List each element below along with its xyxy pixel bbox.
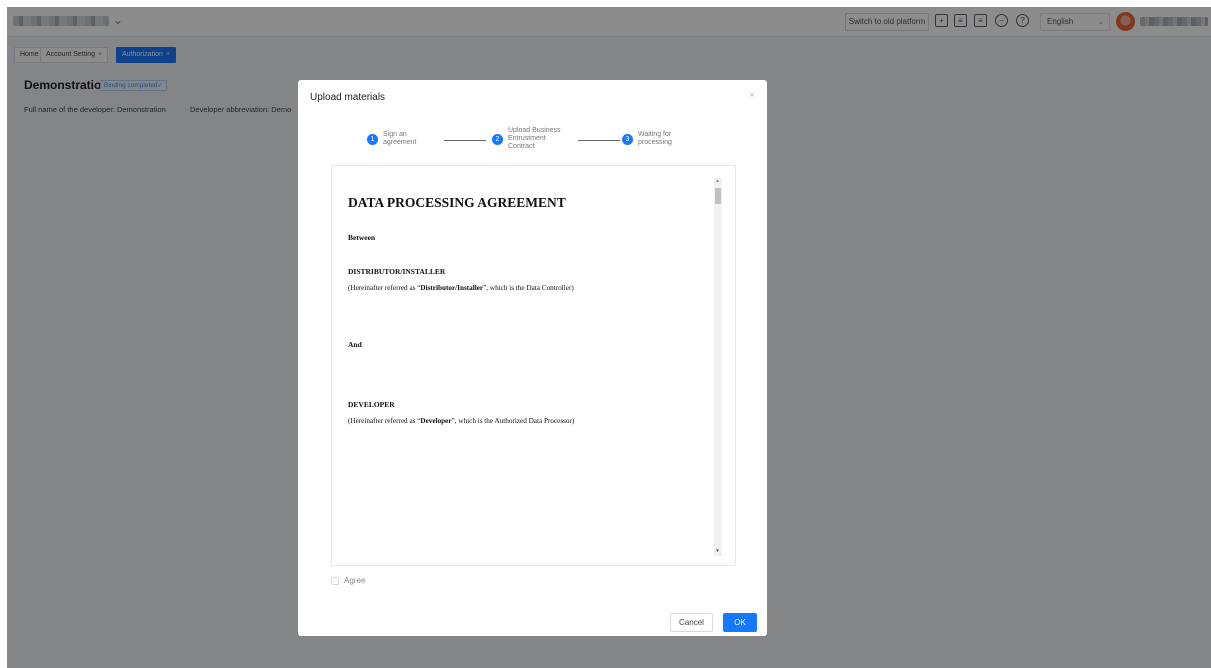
- agree-checkbox[interactable]: [331, 577, 339, 585]
- document-scrollbar[interactable]: ▲ ▼: [714, 178, 722, 556]
- scroll-down-arrow-icon[interactable]: ▼: [715, 549, 720, 554]
- party1-description: (Hereinafter referred as “Distributor/In…: [348, 284, 574, 292]
- document-and: And: [348, 340, 362, 349]
- party2-name: DEVELOPER: [348, 400, 395, 409]
- close-icon[interactable]: ×: [749, 90, 755, 101]
- step-number: 1: [367, 134, 378, 145]
- scroll-up-arrow-icon[interactable]: ▲: [715, 179, 720, 184]
- step-label: Waiting for processing: [638, 131, 672, 146]
- document-between: Between: [348, 233, 376, 242]
- step-number: 3: [622, 134, 633, 145]
- agreement-document-viewer[interactable]: DATA PROCESSING AGREEMENT Between DISTRI…: [331, 165, 736, 566]
- party1-name: DISTRIBUTOR/INSTALLER: [348, 267, 446, 276]
- step-connector: [578, 140, 620, 141]
- step-label: Upload Business Entrustment Contract: [508, 127, 561, 150]
- step-connector: [444, 140, 486, 141]
- upload-materials-modal: Upload materials × 1 Sign an agreement 2…: [298, 80, 767, 636]
- agree-label[interactable]: Agree: [344, 576, 365, 585]
- cancel-button[interactable]: Cancel: [670, 613, 713, 632]
- document-heading: DATA PROCESSING AGREEMENT: [348, 195, 566, 210]
- ok-button[interactable]: OK: [723, 613, 757, 632]
- step-number: 2: [492, 134, 503, 145]
- step-label: Sign an agreement: [383, 131, 417, 146]
- modal-title: Upload materials: [310, 92, 386, 103]
- scrollbar-thumb[interactable]: [715, 188, 721, 204]
- party2-description: (Hereinafter referred as “Developer”, wh…: [348, 417, 575, 425]
- app-window: ⌄ Switch to old platform + ≡ ≡ − ? Engli…: [7, 7, 1211, 668]
